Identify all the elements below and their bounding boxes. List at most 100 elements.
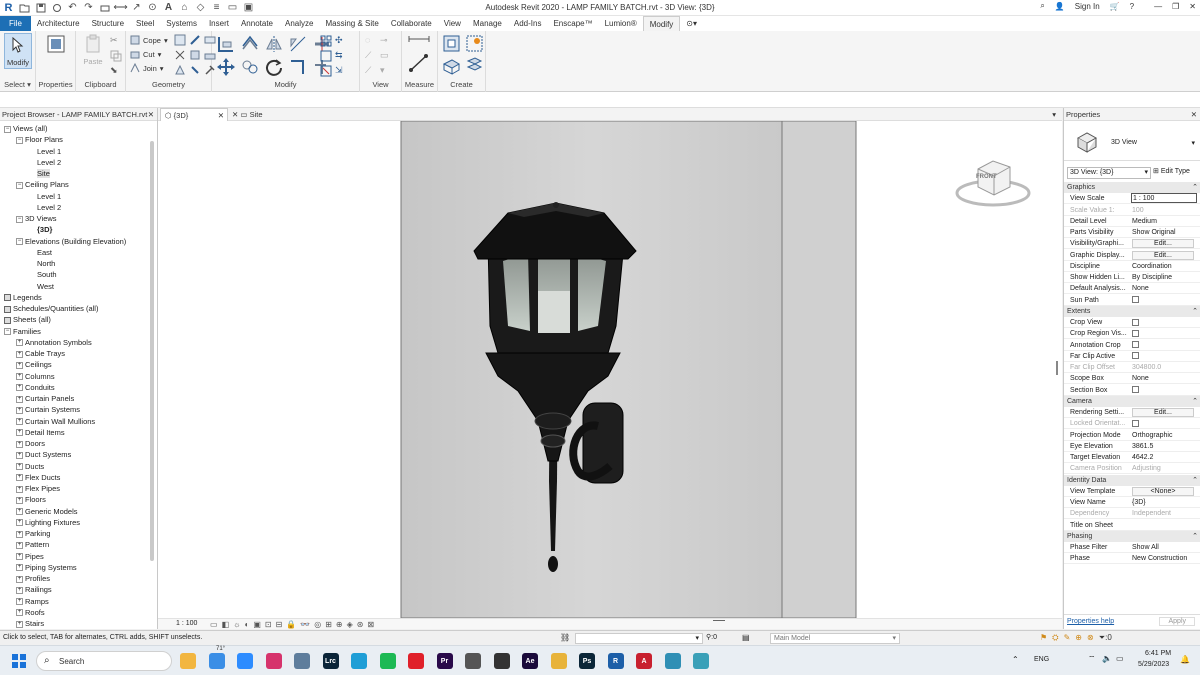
- crop-icon[interactable]: ⊡: [265, 620, 272, 629]
- browser-node[interactable]: + Annotation Symbols: [16, 337, 92, 348]
- select-pinned-icon[interactable]: ✎: [1064, 633, 1071, 643]
- edit-button[interactable]: <None>: [1132, 486, 1194, 496]
- tab-site[interactable]: ✕ ▭ Site: [228, 108, 298, 121]
- browser-node[interactable]: + Columns: [16, 371, 55, 382]
- expand-icon[interactable]: +: [16, 541, 23, 549]
- battery-icon[interactable]: ▭: [1116, 654, 1124, 663]
- expand-icon[interactable]: +: [16, 361, 23, 369]
- browser-node[interactable]: Schedules/Quantities (all): [4, 303, 98, 314]
- tab-insert[interactable]: Insert: [203, 16, 235, 31]
- clock-time[interactable]: 6:41 PM: [1145, 650, 1171, 657]
- collapse-icon[interactable]: −: [16, 181, 23, 189]
- browser-node[interactable]: South: [28, 269, 57, 280]
- expand-icon[interactable]: +: [16, 575, 23, 583]
- spotify-icon[interactable]: [379, 653, 396, 669]
- tab-annotate[interactable]: Annotate: [235, 16, 279, 31]
- rotate-icon[interactable]: [264, 57, 284, 77]
- tab-architecture[interactable]: Architecture: [31, 16, 86, 31]
- browser-node[interactable]: + Stairs: [16, 618, 44, 629]
- property-value[interactable]: Show All: [1131, 542, 1197, 553]
- browser-node[interactable]: + Cable Trays: [16, 348, 65, 359]
- expand-icon[interactable]: +: [16, 395, 23, 403]
- browser-node[interactable]: −3D Views: [16, 213, 57, 224]
- expand-icon[interactable]: +: [16, 429, 23, 437]
- opera-icon[interactable]: [408, 653, 424, 669]
- property-value[interactable]: [1131, 385, 1197, 396]
- remove-paint-icon[interactable]: [189, 49, 201, 61]
- delete-icon[interactable]: [320, 65, 332, 77]
- by-category-icon[interactable]: ▭: [380, 50, 392, 62]
- folder-icon[interactable]: [550, 653, 567, 669]
- browser-node[interactable]: + Curtain Systems: [16, 404, 80, 415]
- expand-icon[interactable]: +: [16, 406, 23, 414]
- mirror-draw-icon[interactable]: [288, 34, 308, 54]
- move-icon[interactable]: [216, 57, 236, 77]
- drawing-area[interactable]: FRONT: [158, 121, 1062, 629]
- linework-icon[interactable]: ⟋: [365, 50, 377, 62]
- properties-help-link[interactable]: Properties help: [1067, 618, 1114, 625]
- filter-view-icon[interactable]: ⟋: [365, 65, 377, 77]
- player-icon[interactable]: [493, 653, 510, 669]
- select-underlay-icon[interactable]: ⛭: [1052, 633, 1058, 643]
- property-value[interactable]: [1131, 340, 1197, 351]
- constraints-icon[interactable]: ⊠: [367, 620, 374, 629]
- browser-node[interactable]: − Floor Plans: [16, 134, 63, 145]
- expand-icon[interactable]: +: [16, 451, 23, 459]
- minimize-icon[interactable]: —: [1154, 2, 1162, 11]
- browser-node[interactable]: + Floors: [16, 494, 46, 505]
- create-similar-icon[interactable]: [465, 56, 484, 75]
- browser-node[interactable]: + Pattern: [16, 539, 49, 550]
- premiere-icon[interactable]: Pr: [436, 653, 453, 669]
- browser-node[interactable]: + Detail Items: [16, 427, 65, 438]
- property-value[interactable]: Coordination: [1131, 261, 1197, 272]
- measure-between-icon[interactable]: [408, 35, 430, 43]
- browser-node[interactable]: Legends: [4, 292, 42, 303]
- select-by-face-icon[interactable]: ⊕: [1075, 633, 1082, 643]
- collapse-icon[interactable]: −: [16, 238, 23, 246]
- browser-node[interactable]: + Curtain Panels: [16, 393, 74, 404]
- property-value[interactable]: [1131, 317, 1197, 328]
- browser-node[interactable]: + Ducts: [16, 461, 44, 472]
- type-selector[interactable]: 3D View ▾: [1064, 121, 1200, 161]
- edit-profile-icon[interactable]: [174, 64, 186, 76]
- property-value[interactable]: Medium: [1131, 216, 1197, 227]
- collapse-icon[interactable]: −: [16, 215, 23, 223]
- language-indicator[interactable]: ENG: [1034, 656, 1049, 663]
- weather-temp[interactable]: 71°: [216, 646, 225, 652]
- property-value[interactable]: [1131, 351, 1197, 362]
- close-browser-icon[interactable]: ✕: [148, 108, 154, 121]
- property-value[interactable]: New Construction: [1131, 553, 1197, 564]
- expand-icon[interactable]: +: [16, 620, 23, 628]
- tab-massing-site[interactable]: Massing & Site: [319, 16, 384, 31]
- tab-enscape[interactable]: Enscape™: [547, 16, 598, 31]
- revit-icon[interactable]: R: [607, 653, 624, 669]
- property-value[interactable]: None: [1131, 373, 1197, 384]
- file-explorer-icon[interactable]: [180, 653, 196, 669]
- view-scale-label[interactable]: 1 : 100: [176, 620, 197, 627]
- property-value[interactable]: Edit...: [1131, 250, 1197, 261]
- property-value[interactable]: Show Original: [1131, 227, 1197, 238]
- zoom-icon[interactable]: [237, 653, 253, 669]
- viewcube[interactable]: FRONT: [948, 151, 1038, 211]
- properties-section[interactable]: Phasing ⌃: [1064, 530, 1200, 542]
- property-value[interactable]: Edit...: [1131, 238, 1197, 249]
- analytical-icon[interactable]: ⊛: [357, 620, 364, 629]
- align-icon[interactable]: [216, 34, 236, 54]
- app-icon[interactable]: [693, 653, 709, 669]
- property-value[interactable]: [1131, 295, 1197, 306]
- copy-element-icon[interactable]: [240, 57, 260, 77]
- tab-view[interactable]: View: [438, 16, 467, 31]
- expand-icon[interactable]: +: [16, 530, 23, 538]
- temp-hide-icon[interactable]: 👓: [300, 620, 310, 629]
- photos-icon[interactable]: [208, 653, 225, 669]
- offset-icon[interactable]: [240, 34, 260, 54]
- browser-node[interactable]: Site: [28, 168, 50, 179]
- browser-node[interactable]: {3D}: [28, 224, 52, 235]
- property-value[interactable]: <None>: [1131, 486, 1197, 497]
- pick-icon[interactable]: [189, 64, 201, 76]
- property-value[interactable]: None: [1131, 283, 1197, 294]
- checkbox[interactable]: [1132, 296, 1139, 304]
- render-icon[interactable]: ▣: [253, 620, 261, 629]
- browser-node[interactable]: Level 1: [28, 146, 61, 157]
- worksets-icon[interactable]: ⛓: [560, 633, 570, 642]
